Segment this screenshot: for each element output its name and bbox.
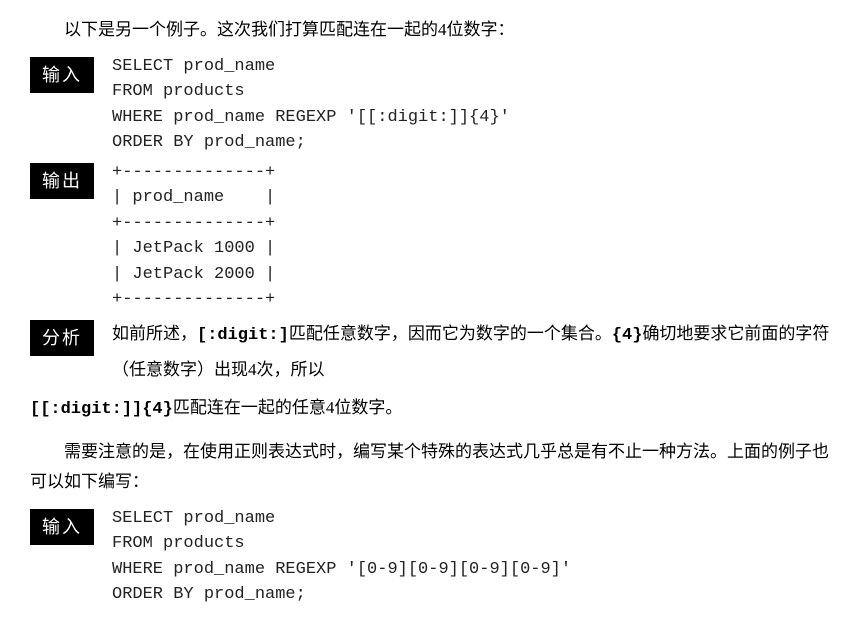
analysis-block: 分析 如前所述，[:digit:]匹配任意数字，因而它为数字的一个集合。{4}确…: [30, 317, 830, 387]
analysis-pre1: 如前所述，: [112, 324, 197, 343]
analysis-continuation: [[:digit:]]{4}匹配连在一起的任意4位数字。: [30, 391, 830, 427]
analysis-code2: {4}: [612, 326, 643, 345]
analysis-text: 如前所述，[:digit:]匹配任意数字，因而它为数字的一个集合。{4}确切地要…: [112, 317, 830, 387]
output-label: 输出: [30, 163, 94, 199]
input-label: 输入: [30, 57, 94, 93]
analysis-mid1: 匹配任意数字，因而它为数字的一个集合。: [289, 324, 612, 343]
input-label-2: 输入: [30, 509, 94, 545]
note-paragraph: 需要注意的是，在使用正则表达式时，编写某个特殊的表达式几乎总是有不止一种方法。上…: [30, 437, 830, 498]
sql-output-1: +--------------+ | prod_name | +--------…: [112, 160, 275, 313]
input-block-1: 输入 SELECT prod_name FROM products WHERE …: [30, 54, 830, 156]
sql-code-1: SELECT prod_name FROM products WHERE pro…: [112, 54, 510, 156]
analysis-code3: [[:digit:]]{4}: [30, 400, 173, 419]
intro-paragraph: 以下是另一个例子。这次我们打算匹配连在一起的4位数字：: [30, 15, 830, 46]
analysis-code1: [:digit:]: [197, 326, 289, 345]
analysis-post: 匹配连在一起的任意4位数字。: [173, 398, 403, 417]
output-block-1: 输出 +--------------+ | prod_name | +-----…: [30, 160, 830, 313]
input-block-2: 输入 SELECT prod_name FROM products WHERE …: [30, 506, 830, 608]
analysis-label: 分析: [30, 320, 94, 356]
sql-code-2: SELECT prod_name FROM products WHERE pro…: [112, 506, 571, 608]
